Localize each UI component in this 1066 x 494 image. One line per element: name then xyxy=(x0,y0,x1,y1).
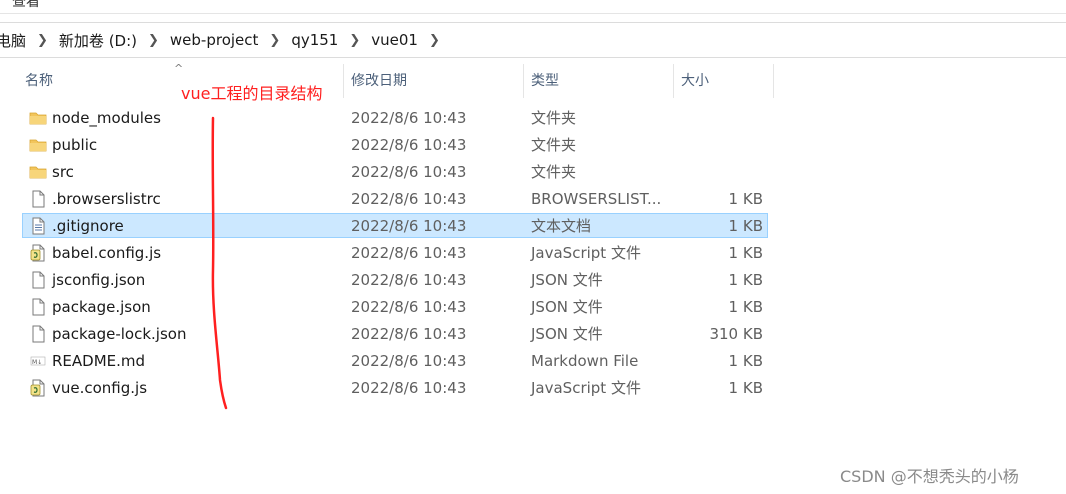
file-type: JavaScript 文件 xyxy=(531,244,641,262)
file-row[interactable]: node_modules 2022/8/6 10:43 文件夹 xyxy=(22,105,768,130)
file-type: 文件夹 xyxy=(531,109,577,127)
file-size: 1 KB xyxy=(728,271,763,289)
script-file-icon xyxy=(29,244,47,262)
text-file-icon xyxy=(29,217,47,235)
file-row[interactable]: M↓ README.md 2022/8/6 10:43 Markdown File 1 … xyxy=(22,348,768,373)
breadcrumb-item-drive-d[interactable]: 新加卷 (D:) xyxy=(57,30,139,51)
file-name: node_modules xyxy=(52,109,161,127)
column-divider[interactable] xyxy=(523,64,524,98)
column-divider[interactable] xyxy=(673,64,674,98)
file-date: 2022/8/6 10:43 xyxy=(351,379,467,397)
file-date: 2022/8/6 10:43 xyxy=(351,325,467,343)
file-name: README.md xyxy=(52,352,146,370)
file-row[interactable]: src 2022/8/6 10:43 文件夹 xyxy=(22,159,768,184)
watermark: CSDN @不想秃头的小杨 xyxy=(840,467,1019,486)
file-date: 2022/8/6 10:43 xyxy=(351,298,467,316)
breadcrumb-item-this-pc[interactable]: 电脑 xyxy=(0,30,28,51)
file-date: 2022/8/6 10:43 xyxy=(351,217,467,235)
file-name: public xyxy=(52,136,98,154)
file-row[interactable]: babel.config.js 2022/8/6 10:43 JavaScript … xyxy=(22,240,768,265)
file-date: 2022/8/6 10:43 xyxy=(351,109,467,127)
file-name: package.json xyxy=(52,298,151,316)
file-size: 1 KB xyxy=(728,379,763,397)
breadcrumb-item-web-project[interactable]: web-project xyxy=(168,31,261,49)
file-icon xyxy=(29,271,47,289)
file-type: JavaScript 文件 xyxy=(531,379,641,397)
address-bar[interactable]: 电脑 ❯ 新加卷 (D:) ❯ web-project ❯ qy151 ❯ vu… xyxy=(0,22,1066,58)
chevron-right-icon[interactable]: ❯ xyxy=(429,33,440,48)
svg-text:M↓: M↓ xyxy=(32,359,42,366)
file-type: JSON 文件 xyxy=(531,325,603,343)
menu-view-tab[interactable]: 查看 xyxy=(12,0,40,11)
breadcrumb-item-qy151[interactable]: qy151 xyxy=(289,31,340,49)
file-name: src xyxy=(52,163,74,181)
file-type: BROWSERSLIST... xyxy=(531,190,662,208)
file-icon xyxy=(29,190,47,208)
file-date: 2022/8/6 10:43 xyxy=(351,136,467,154)
breadcrumb: 电脑 ❯ 新加卷 (D:) ❯ web-project ❯ qy151 ❯ vu… xyxy=(0,29,449,51)
column-header-type[interactable]: 类型 xyxy=(531,64,559,98)
column-header-row: ^ 名称 修改日期 类型 大小 xyxy=(0,62,775,98)
file-size: 1 KB xyxy=(728,190,763,208)
file-date: 2022/8/6 10:43 xyxy=(351,271,467,289)
file-name: package-lock.json xyxy=(52,325,187,343)
file-row[interactable]: package-lock.json 2022/8/6 10:43 JSON 文件 31… xyxy=(22,321,768,346)
file-size: 1 KB xyxy=(728,352,763,370)
file-name: .gitignore xyxy=(52,217,124,235)
column-divider[interactable] xyxy=(343,64,344,98)
file-type: 文件夹 xyxy=(531,163,577,181)
file-size: 1 KB xyxy=(728,298,763,316)
file-icon xyxy=(29,298,47,316)
file-date: 2022/8/6 10:43 xyxy=(351,244,467,262)
column-divider[interactable] xyxy=(773,64,774,98)
file-type: 文件夹 xyxy=(531,136,577,154)
breadcrumb-item-vue01[interactable]: vue01 xyxy=(369,31,420,49)
file-type: 文本文档 xyxy=(531,217,592,235)
folder-icon xyxy=(29,163,47,181)
column-header-name[interactable]: 名称 xyxy=(25,64,53,98)
file-row[interactable]: jsconfig.json 2022/8/6 10:43 JSON 文件 1 KB xyxy=(22,267,768,292)
folder-icon xyxy=(29,109,47,127)
file-row[interactable]: vue.config.js 2022/8/6 10:43 JavaScript 文件… xyxy=(22,375,768,400)
file-row[interactable]: .browserslistrc 2022/8/6 10:43 BROWSERSLIS… xyxy=(22,186,768,211)
file-row[interactable]: .gitignore 2022/8/6 10:43 文本文档 1 KB xyxy=(22,213,768,238)
file-icon xyxy=(29,325,47,343)
file-row[interactable]: public 2022/8/6 10:43 文件夹 xyxy=(22,132,768,157)
file-row[interactable]: package.json 2022/8/6 10:43 JSON 文件 1 KB xyxy=(22,294,768,319)
file-date: 2022/8/6 10:43 xyxy=(351,352,467,370)
annotation-label: vue工程的目录结构 xyxy=(181,84,323,103)
script-file-icon xyxy=(29,379,47,397)
file-name: babel.config.js xyxy=(52,244,162,262)
chevron-right-icon[interactable]: ❯ xyxy=(37,33,48,48)
column-header-size[interactable]: 大小 xyxy=(681,64,709,98)
file-type: Markdown File xyxy=(531,352,639,370)
ribbon-menu-bar: 查看 xyxy=(0,0,1066,14)
file-name: vue.config.js xyxy=(52,379,148,397)
file-size: 1 KB xyxy=(728,244,763,262)
file-type: JSON 文件 xyxy=(531,271,603,289)
annotation-line xyxy=(211,116,228,410)
chevron-right-icon[interactable]: ❯ xyxy=(349,33,360,48)
sort-ascending-icon: ^ xyxy=(174,62,184,75)
chevron-right-icon[interactable]: ❯ xyxy=(148,33,159,48)
file-name: .browserslistrc xyxy=(52,190,161,208)
file-date: 2022/8/6 10:43 xyxy=(351,163,467,181)
column-header-date[interactable]: 修改日期 xyxy=(351,64,407,98)
file-size: 310 KB xyxy=(709,325,763,343)
markdown-file-icon: M↓ xyxy=(29,352,47,370)
folder-icon xyxy=(29,136,47,154)
file-type: JSON 文件 xyxy=(531,298,603,316)
file-size: 1 KB xyxy=(728,217,763,235)
chevron-right-icon[interactable]: ❯ xyxy=(269,33,280,48)
file-date: 2022/8/6 10:43 xyxy=(351,190,467,208)
file-name: jsconfig.json xyxy=(52,271,146,289)
